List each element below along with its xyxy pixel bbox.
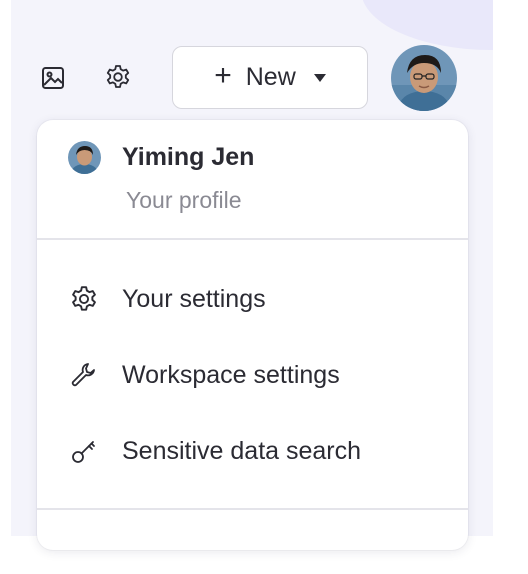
key-icon xyxy=(69,436,99,466)
new-button[interactable]: + New xyxy=(172,46,368,109)
menu-item-label: Your settings xyxy=(122,285,266,313)
menu-item-label: Workspace settings xyxy=(122,361,340,389)
gear-icon xyxy=(69,284,99,314)
menu-item-workspace-settings[interactable]: Workspace settings xyxy=(37,342,468,406)
wrench-icon xyxy=(69,360,99,390)
menu-item-label: Sensitive data search xyxy=(122,437,362,465)
profile-dropdown-menu xyxy=(37,120,468,550)
menu-divider xyxy=(37,508,468,510)
user-avatar[interactable] xyxy=(391,45,457,111)
profile-link[interactable]: Your profile xyxy=(126,187,242,214)
profile-name[interactable]: Yiming Jen xyxy=(122,143,254,172)
menu-item-sensitive-data-search[interactable]: Sensitive data search xyxy=(37,418,468,482)
profile-avatar xyxy=(68,141,101,174)
menu-item-your-settings[interactable]: Your settings xyxy=(37,266,468,330)
plus-icon: + xyxy=(214,59,232,92)
image-icon[interactable] xyxy=(36,61,70,95)
gear-icon[interactable] xyxy=(101,60,135,94)
menu-divider xyxy=(37,238,468,240)
top-toolbar: + New xyxy=(0,0,528,120)
caret-down-icon xyxy=(313,73,326,82)
new-button-label: New xyxy=(245,63,296,91)
